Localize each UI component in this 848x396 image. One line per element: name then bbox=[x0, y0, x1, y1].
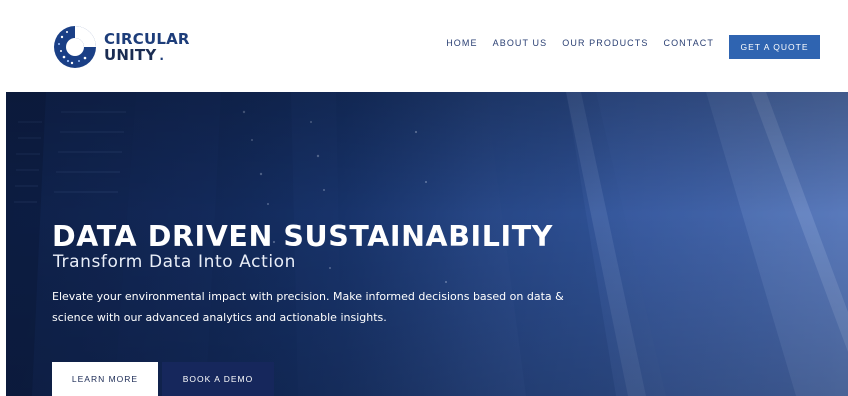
brand-name-line1: CIRCULAR bbox=[104, 29, 190, 48]
page: CIRCULAR UNITY. HOME ABOUT US OUR PRODUC… bbox=[0, 0, 848, 396]
hero-section: DATA DRIVEN SUSTAINABILITY Transform Dat… bbox=[6, 92, 848, 396]
nav-contact[interactable]: CONTACT bbox=[663, 38, 714, 48]
brand-name-line2-text: UNITY bbox=[104, 45, 157, 64]
hero-subtitle: Transform Data Into Action bbox=[53, 252, 297, 272]
main-nav: HOME ABOUT US OUR PRODUCTS CONTACT bbox=[446, 38, 714, 48]
nav-our-products[interactable]: OUR PRODUCTS bbox=[562, 38, 648, 48]
get-a-quote-button[interactable]: GET A QUOTE bbox=[729, 35, 820, 59]
circular-logo-icon bbox=[54, 26, 96, 68]
brand-name-line2: UNITY. bbox=[104, 47, 190, 64]
hero-description: Elevate your environmental impact with p… bbox=[52, 290, 564, 324]
nav-home[interactable]: HOME bbox=[446, 38, 477, 48]
book-a-demo-button[interactable]: BOOK A DEMO bbox=[162, 362, 274, 396]
brand-name: CIRCULAR UNITY. bbox=[104, 31, 190, 64]
brand-logo[interactable]: CIRCULAR UNITY. bbox=[52, 24, 190, 70]
brand-dot: . bbox=[159, 48, 165, 63]
site-header: CIRCULAR UNITY. HOME ABOUT US OUR PRODUC… bbox=[0, 0, 848, 92]
nav-about-us[interactable]: ABOUT US bbox=[493, 38, 548, 48]
learn-more-button[interactable]: LEARN MORE bbox=[52, 362, 158, 396]
hero-title: DATA DRIVEN SUSTAINABILITY bbox=[52, 220, 553, 253]
